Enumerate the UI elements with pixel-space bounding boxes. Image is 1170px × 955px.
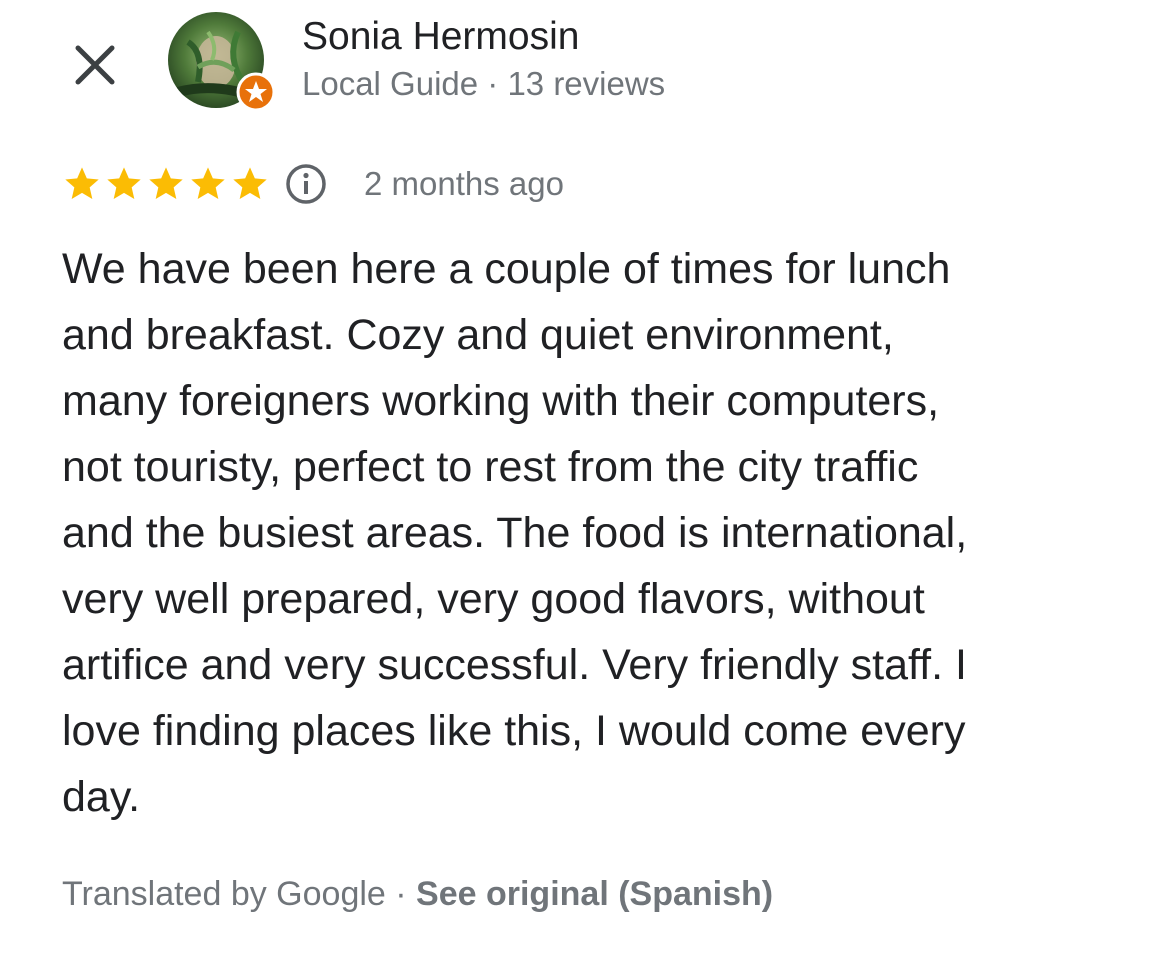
star-icon bbox=[191, 167, 225, 199]
translation-separator: · bbox=[385, 875, 417, 913]
reviewer-info[interactable]: Sonia Hermosin Local Guide · 13 reviews bbox=[302, 14, 665, 104]
translated-by-label: Translated by Google bbox=[62, 875, 386, 913]
reviewer-meta: Local Guide · 13 reviews bbox=[302, 65, 666, 102]
see-original-link[interactable]: See original (Spanish) bbox=[416, 875, 773, 913]
reviewer-name[interactable]: Sonia Hermosin bbox=[302, 14, 665, 60]
reviewer-avatar-group[interactable] bbox=[168, 12, 278, 112]
star-icon bbox=[233, 167, 267, 199]
close-button[interactable] bbox=[70, 40, 120, 90]
review-date: 2 months ago bbox=[364, 165, 564, 202]
star-icon bbox=[149, 167, 183, 199]
close-icon bbox=[75, 45, 115, 85]
info-icon[interactable] bbox=[284, 162, 328, 206]
translation-row: Translated by Google · See original (Spa… bbox=[62, 870, 773, 918]
star-rating bbox=[62, 164, 272, 204]
star-icon bbox=[65, 167, 99, 199]
local-guide-star-icon bbox=[236, 72, 276, 112]
star-icon bbox=[107, 167, 141, 199]
rating-row: 2 months ago bbox=[62, 160, 564, 208]
review-text: We have been here a couple of times for … bbox=[62, 245, 968, 821]
